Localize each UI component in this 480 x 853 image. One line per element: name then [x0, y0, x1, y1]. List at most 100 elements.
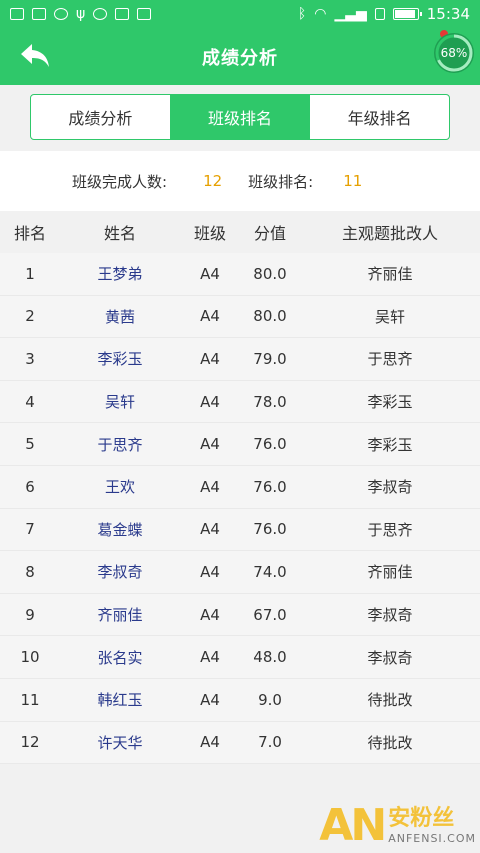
cell-name[interactable]: 张名实: [60, 647, 180, 668]
page-title: 成绩分析: [202, 47, 278, 69]
cell-rank: 2: [25, 307, 35, 326]
completed-value: 12: [203, 172, 223, 190]
watermark: AN 安粉丝 ANFENSI.COM: [319, 800, 476, 851]
cell-grader: 待批改: [367, 691, 413, 710]
calendar-icon: [10, 8, 24, 20]
cell-name[interactable]: 于思齐: [60, 434, 180, 455]
cell-score: 76.0: [253, 435, 287, 454]
cell-grader: 齐丽佳: [367, 265, 413, 284]
cell-class: A4: [200, 648, 220, 667]
cell-class: A4: [200, 520, 220, 539]
table-row[interactable]: 11 韩红玉 A4 9.0 待批改: [0, 678, 480, 722]
cell-name[interactable]: 王梦弟: [60, 263, 180, 284]
watermark-logo: AN: [319, 800, 387, 851]
cell-score: 76.0: [253, 520, 287, 539]
back-button[interactable]: [18, 40, 54, 72]
header-class: 班级: [193, 224, 226, 243]
status-right-icons: ᛒ ◠ ▁▃▅ 15:34: [298, 5, 470, 23]
sim-icon: [374, 8, 385, 20]
cell-score: 48.0: [253, 648, 287, 667]
rank-label: 班级排名:: [248, 172, 314, 191]
cell-class: A4: [200, 690, 220, 709]
cell-rank: 8: [25, 562, 35, 581]
cell-name[interactable]: 黄茜: [60, 306, 180, 327]
cell-score: 74.0: [253, 562, 287, 581]
table-row[interactable]: 8 李叔奇 A4 74.0 齐丽佳: [0, 551, 480, 594]
cell-name[interactable]: 李叔奇: [60, 561, 180, 582]
ranking-table: 1 王梦弟 A4 80.0 齐丽佳 2 黄茜 A4 80.0 吴轩 3 李彩玉 A4 79.0 于思齐 4 吴轩…: [0, 253, 480, 765]
cell-name[interactable]: 吴轩: [60, 391, 180, 412]
cell-grader: 待批改: [367, 733, 413, 752]
cell-grader: 李叔奇: [367, 648, 413, 667]
table-row[interactable]: 4 吴轩 A4 78.0 李彩玉: [0, 380, 480, 424]
cell-grader: 李叔奇: [367, 606, 413, 625]
cell-score: 76.0: [253, 477, 287, 496]
battery-fill: [394, 10, 415, 18]
cell-class: A4: [200, 477, 220, 496]
table-row[interactable]: 10 张名实 A4 48.0 李叔奇: [0, 636, 480, 679]
cell-rank: 6: [25, 477, 35, 496]
cell-rank: 12: [20, 733, 40, 752]
cell-name[interactable]: 李彩玉: [60, 348, 180, 369]
table-row[interactable]: 3 李彩玉 A4 79.0 于思齐: [0, 338, 480, 381]
cell-class: A4: [200, 733, 220, 752]
title-bar: 成绩分析 68%: [0, 28, 480, 85]
cell-score: 78.0: [253, 392, 287, 411]
cell-score: 80.0: [253, 264, 287, 283]
segmented-tabs: 成绩分析 班级排名 年级排名: [30, 94, 450, 140]
cell-rank: 4: [25, 392, 35, 411]
table-row[interactable]: 1 王梦弟 A4 80.0 齐丽佳: [0, 253, 480, 296]
class-summary: 班级完成人数: 12 班级排名: 11: [0, 151, 480, 211]
table-row[interactable]: 7 葛金蝶 A4 76.0 于思齐: [0, 508, 480, 552]
status-time: 15:34: [426, 5, 470, 23]
cell-grader: 于思齐: [367, 520, 413, 539]
cell-name[interactable]: 许天华: [60, 732, 180, 753]
cell-class: A4: [200, 605, 220, 624]
tab-grade-ranking[interactable]: 年级排名: [310, 95, 449, 139]
cell-rank: 3: [25, 349, 35, 368]
bluetooth-icon: ᛒ: [297, 6, 307, 22]
usb-icon: ψ: [76, 6, 86, 22]
table-row[interactable]: 2 黄茜 A4 80.0 吴轩: [0, 295, 480, 339]
cell-rank: 7: [25, 520, 35, 539]
cell-grader: 李彩玉: [367, 435, 413, 454]
cell-grader: 于思齐: [367, 350, 413, 369]
battery-icon: [392, 8, 422, 20]
signal-icon: ▁▃▅: [334, 6, 367, 22]
table-row[interactable]: 9 齐丽佳 A4 67.0 李叔奇: [0, 593, 480, 637]
cell-class: A4: [200, 264, 220, 283]
tab-score-analysis[interactable]: 成绩分析: [31, 95, 171, 139]
cell-rank: 11: [20, 690, 40, 709]
cell-grader: 吴轩: [374, 307, 405, 326]
header-rank: 排名: [13, 224, 46, 243]
cell-name[interactable]: 齐丽佳: [60, 604, 180, 625]
wifi-icon: ◠: [314, 6, 327, 22]
apps-icon: [115, 8, 130, 20]
progress-ring[interactable]: 68%: [434, 33, 474, 73]
header-grader: 主观题批改人: [341, 224, 438, 243]
image-icon: [32, 8, 46, 20]
status-bar: ψ ᛒ ◠ ▁▃▅ 15:34: [0, 0, 480, 28]
table-row[interactable]: 5 于思齐 A4 76.0 李彩玉: [0, 423, 480, 466]
rank-value: 11: [343, 172, 363, 190]
cell-class: A4: [200, 392, 220, 411]
cell-class: A4: [200, 349, 220, 368]
table-row[interactable]: 12 许天华 A4 7.0 待批改: [0, 721, 480, 765]
table-row[interactable]: 6 王欢 A4 76.0 李叔奇: [0, 465, 480, 509]
cell-score: 7.0: [258, 733, 282, 752]
cell-class: A4: [200, 435, 220, 454]
cell-score: 80.0: [253, 307, 287, 326]
globe-icon: [93, 8, 108, 20]
completed-label: 班级完成人数:: [72, 172, 168, 191]
cell-grader: 齐丽佳: [367, 563, 413, 582]
header-name: 姓名: [103, 224, 136, 243]
cell-score: 67.0: [253, 605, 287, 624]
cell-grader: 李叔奇: [367, 478, 413, 497]
cell-name[interactable]: 韩红玉: [60, 689, 180, 710]
cell-rank: 9: [25, 605, 35, 624]
tab-class-ranking[interactable]: 班级排名: [170, 95, 311, 139]
status-left-icons: ψ: [10, 6, 152, 22]
cell-name[interactable]: 王欢: [60, 476, 180, 497]
cell-name[interactable]: 葛金蝶: [60, 519, 180, 540]
table-header: 排名 姓名 班级 分值 主观题批改人: [0, 211, 480, 253]
